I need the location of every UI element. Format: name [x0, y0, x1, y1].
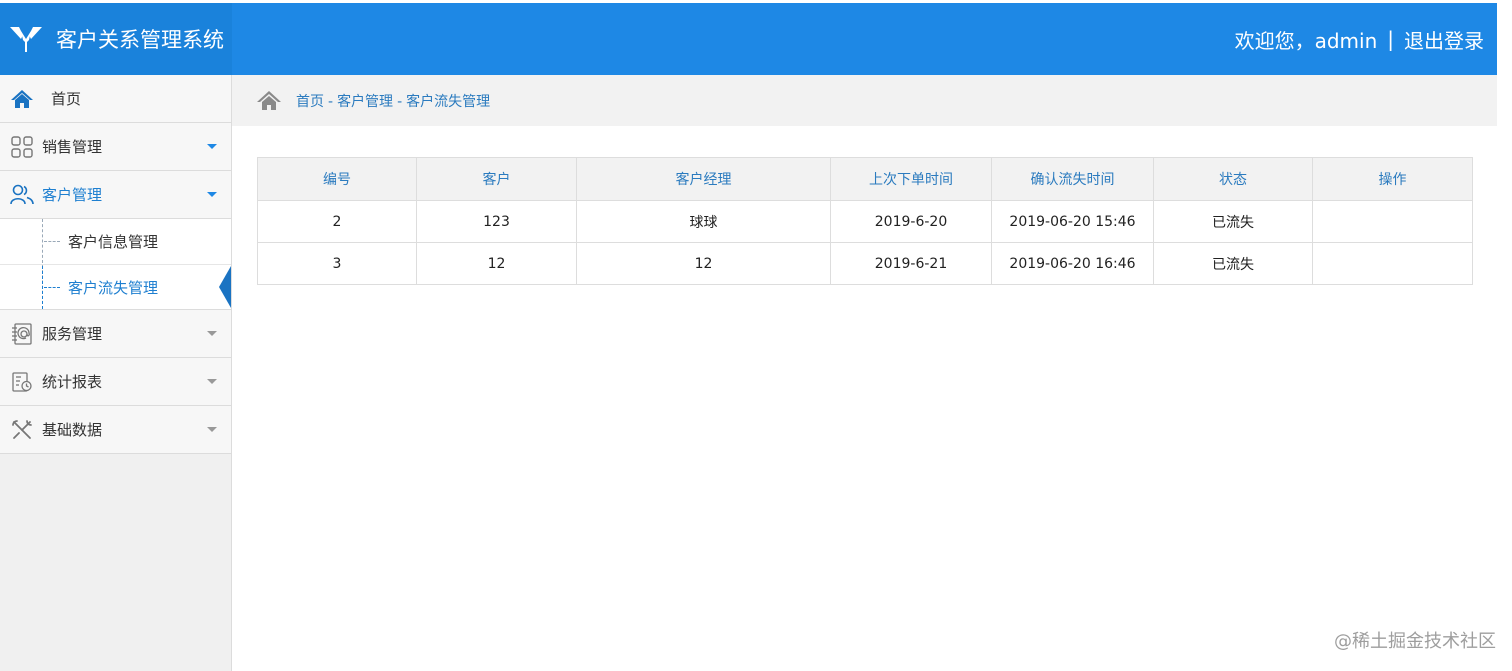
breadcrumb-separator: -	[397, 93, 403, 110]
grid-icon	[10, 135, 34, 159]
sidebar-item-home[interactable]: 首页	[0, 75, 231, 123]
submenu-item-customer-info[interactable]: 客户信息管理	[0, 219, 231, 264]
cell-status: 已流失	[1153, 200, 1313, 243]
caret-down-icon	[207, 379, 217, 384]
user-area: 欢迎您，admin | 退出登录	[1235, 3, 1484, 75]
breadcrumb-item-churn[interactable]: 客户流失管理	[406, 94, 490, 110]
churn-table: 编号 客户 客户经理 上次下单时间 确认流失时间 状态 操作 2 123 球球 …	[257, 157, 1473, 285]
cell-id: 2	[257, 200, 417, 243]
caret-down-icon	[207, 331, 217, 336]
cell-actions	[1312, 242, 1473, 285]
cell-churn-confirmed: 2019-06-20 15:46	[991, 200, 1154, 243]
sidebar-item-label: 销售管理	[42, 138, 103, 156]
column-header: 状态	[1153, 157, 1313, 201]
header-separator: |	[1387, 27, 1394, 51]
home-icon[interactable]	[256, 90, 282, 112]
active-indicator	[219, 266, 231, 308]
column-header: 客户经理	[576, 157, 831, 201]
caret-down-icon	[207, 427, 217, 432]
cell-status: 已流失	[1153, 242, 1313, 285]
app-title: 客户关系管理系统	[56, 28, 224, 52]
breadcrumb-separator: -	[328, 93, 334, 110]
submenu-item-label: 客户流失管理	[68, 278, 159, 297]
home-icon	[10, 87, 34, 111]
breadcrumb-item-home[interactable]: 首页	[296, 94, 324, 110]
breadcrumb-trail: 首页 - 客户管理 - 客户流失管理	[296, 91, 490, 111]
sidebar-item-label: 统计报表	[42, 373, 103, 391]
report-icon	[10, 370, 34, 394]
table-header-row: 编号 客户 客户经理 上次下单时间 确认流失时间 状态 操作	[257, 157, 1473, 201]
tree-tick	[44, 241, 60, 242]
tree-tick	[44, 287, 60, 288]
watermark: @稀土掘金技术社区	[1334, 631, 1496, 652]
sidebar-item-label: 基础数据	[42, 421, 103, 439]
cell-last-order: 2019-6-20	[830, 200, 992, 243]
cell-actions	[1312, 200, 1473, 243]
column-header: 操作	[1312, 157, 1473, 201]
users-icon	[10, 183, 34, 207]
logo-icon	[10, 27, 42, 52]
sidebar-item-reports[interactable]: 统计报表	[0, 358, 231, 406]
customer-submenu: 客户信息管理 客户流失管理	[0, 219, 231, 310]
sidebar: 首页 销售管理 客户管理 客户信息管理 客户流失管理 服务管理 统计报表 基础数…	[0, 75, 232, 671]
cell-churn-confirmed: 2019-06-20 16:46	[991, 242, 1154, 285]
sidebar-item-label: 客户管理	[42, 186, 103, 204]
column-header: 上次下单时间	[830, 157, 992, 201]
sidebar-item-sales[interactable]: 销售管理	[0, 123, 231, 171]
table-row: 2 123 球球 2019-6-20 2019-06-20 15:46 已流失	[257, 200, 1473, 243]
breadcrumb-item-customers[interactable]: 客户管理	[337, 94, 393, 110]
caret-down-icon	[207, 192, 217, 197]
caret-down-icon	[207, 144, 217, 149]
churn-table-wrapper: 编号 客户 客户经理 上次下单时间 确认流失时间 状态 操作 2 123 球球 …	[257, 157, 1473, 285]
cell-customer: 12	[416, 242, 577, 285]
column-header: 编号	[257, 157, 417, 201]
welcome-text: 欢迎您，admin	[1234, 28, 1378, 53]
sidebar-item-label: 首页	[51, 90, 82, 108]
submenu-item-label: 客户信息管理	[68, 233, 159, 251]
submenu-item-customer-churn[interactable]: 客户流失管理	[0, 264, 231, 309]
cell-customer: 123	[416, 200, 577, 243]
tools-icon	[10, 418, 34, 442]
logo-area: 客户关系管理系统	[0, 3, 232, 75]
app-root: 客户关系管理系统 欢迎您，admin | 退出登录 首页 销售管理 客户管理 客…	[0, 0, 1512, 671]
table-row: 3 12 12 2019-6-21 2019-06-20 16:46 已流失	[257, 242, 1473, 285]
contacts-book-icon	[10, 322, 34, 346]
sidebar-item-service[interactable]: 服务管理	[0, 310, 231, 358]
column-header: 确认流失时间	[991, 157, 1154, 201]
sidebar-item-base-data[interactable]: 基础数据	[0, 406, 231, 454]
breadcrumb: 首页 - 客户管理 - 客户流失管理	[232, 75, 1497, 126]
logout-link[interactable]: 退出登录	[1404, 25, 1484, 54]
cell-manager: 12	[576, 242, 831, 285]
sidebar-item-customers[interactable]: 客户管理	[0, 171, 231, 219]
column-header: 客户	[416, 157, 577, 201]
cell-id: 3	[257, 242, 417, 285]
sidebar-item-label: 服务管理	[42, 325, 103, 343]
cell-last-order: 2019-6-21	[830, 242, 992, 285]
top-header: 客户关系管理系统 欢迎您，admin | 退出登录	[0, 3, 1497, 75]
cell-manager: 球球	[576, 200, 831, 243]
